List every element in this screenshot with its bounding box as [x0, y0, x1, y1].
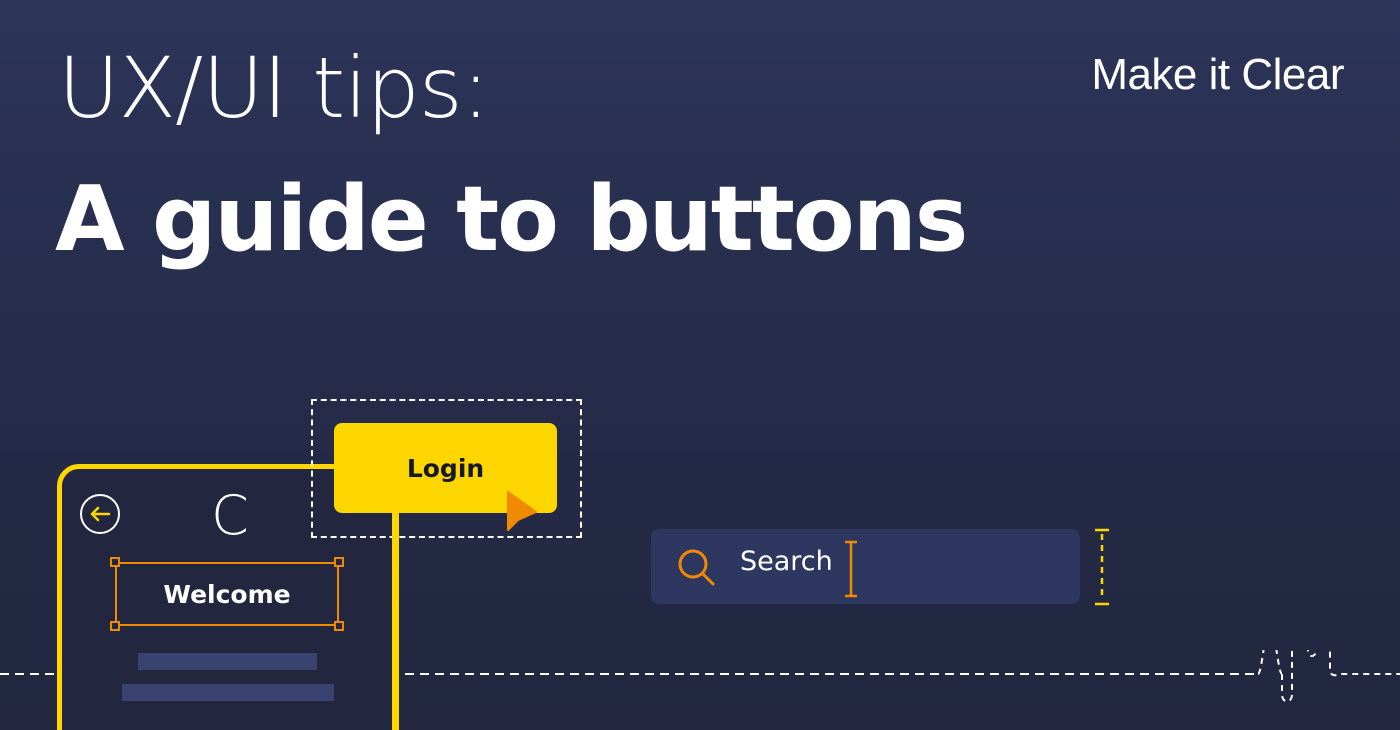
- placeholder-text-bar-1: [138, 653, 317, 670]
- welcome-button[interactable]: Welcome: [115, 562, 339, 626]
- search-icon: [678, 549, 715, 586]
- selection-handle-bl: [110, 621, 120, 631]
- title-line-2: A guide to buttons: [55, 167, 968, 272]
- selection-handle-tr: [334, 557, 344, 567]
- height-dimension-marker: [1095, 528, 1109, 606]
- app-logo-letter: C: [211, 484, 249, 547]
- placeholder-text-bar-2: [122, 684, 334, 701]
- back-button[interactable]: [80, 494, 120, 534]
- selection-handle-tl: [110, 557, 120, 567]
- selection-handle-br: [334, 621, 344, 631]
- text-caret-icon: [845, 540, 857, 598]
- search-placeholder: Search: [740, 546, 833, 577]
- back-arrow-icon: [90, 506, 111, 522]
- connector-line: [392, 510, 397, 730]
- pointer-cursor-icon: [507, 491, 537, 531]
- title-line-1: UX/UI tips:: [58, 39, 490, 137]
- brand-logo: Make it Clear: [1091, 50, 1344, 99]
